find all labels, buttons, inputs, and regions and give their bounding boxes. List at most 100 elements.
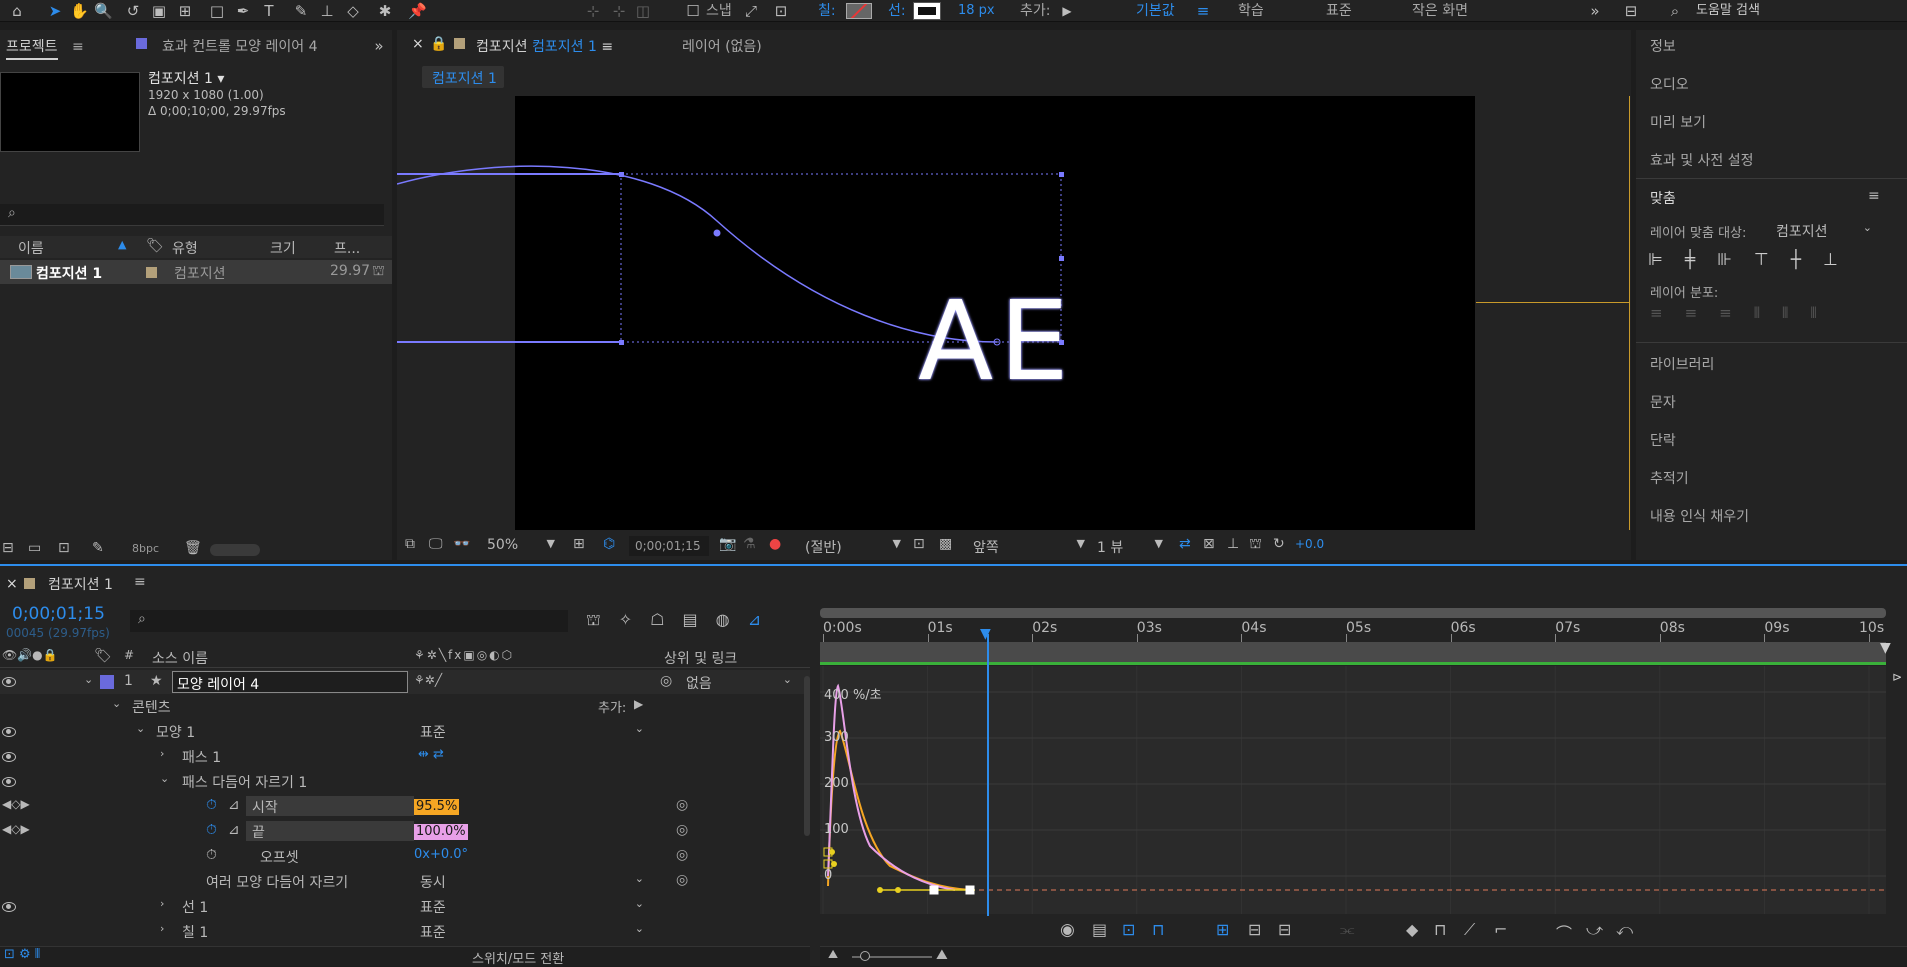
panel-audio[interactable]: 오디오 xyxy=(1650,74,1689,94)
contents-add-play-icon[interactable]: ▶ xyxy=(634,697,643,711)
align-buttons-row[interactable]: ⊫╪⊪⊤┼⊥ xyxy=(1648,250,1888,272)
workspace-learn[interactable]: 학습 xyxy=(1238,2,1264,20)
stamp-icon[interactable]: ⊥ xyxy=(318,2,336,20)
timeline-jump-icon[interactable]: ⊥ xyxy=(1227,536,1239,552)
workspace-menu-icon[interactable]: ≡ xyxy=(1194,2,1212,20)
av-features-icons[interactable]: 👁🔊●🔒 xyxy=(2,648,58,662)
panel-tracker[interactable]: 추적기 xyxy=(1650,468,1689,488)
stroke1-blend-dropdown[interactable]: 표준 ⌄ xyxy=(420,897,648,916)
region-of-interest-icon[interactable]: ⊡ xyxy=(913,536,925,552)
contents-chevron-icon[interactable]: ⌄ xyxy=(112,697,121,710)
comp-mini-flowchart-icon[interactable]: ⛫ xyxy=(586,610,619,629)
composition-tab[interactable]: 컴포지션 컴포지션 1 ≡ xyxy=(476,36,613,60)
current-time-display[interactable]: 0;00;01;15 xyxy=(629,536,709,556)
add-play-icon[interactable]: ▶ xyxy=(1058,2,1076,20)
separate-dimensions-icon[interactable]: ⫘ xyxy=(1340,920,1354,940)
workspace-small-screen[interactable]: 작은 화면 xyxy=(1412,2,1468,20)
col-parent-link[interactable]: 상위 및 링크 xyxy=(664,648,737,668)
distribute-bottom-icon[interactable]: ≡ xyxy=(1719,304,1754,322)
camera-icon[interactable]: ▣ xyxy=(150,2,168,20)
work-area-bar[interactable] xyxy=(820,642,1886,662)
project-search-field[interactable]: ⌕ xyxy=(0,204,384,226)
distribute-hcenter-icon[interactable]: ⫴ xyxy=(1782,304,1810,322)
panel-overflow-icon[interactable]: » xyxy=(370,37,388,55)
stopwatch-icon[interactable]: ⏱ xyxy=(206,847,217,863)
selection-arrow-icon[interactable]: ➤ xyxy=(46,2,64,20)
stopwatch-icon[interactable]: ⏱ xyxy=(206,797,217,813)
trim-path-curve[interactable] xyxy=(397,165,998,343)
playhead-marker-icon[interactable]: ▼ xyxy=(980,626,996,642)
layer-switches-icons[interactable]: ⚘✲╲fx▣◎◐⬡ xyxy=(414,648,514,662)
col-fps[interactable]: 프... xyxy=(334,238,360,258)
draft-3d-icon[interactable]: ✧ xyxy=(619,610,650,629)
hold-keyframe-icon[interactable]: ⊓ xyxy=(1434,920,1446,939)
search-icon[interactable]: ⌕ xyxy=(1666,2,1684,20)
layer-row[interactable]: ⌄ 1 ★ 모양 레이어 4 ⚘✲╱ ◎ 없음 ⌄ xyxy=(0,670,810,694)
timeline-current-time[interactable]: 0;00;01;15 xyxy=(12,604,105,624)
home-icon[interactable]: ⌂ xyxy=(8,2,26,20)
layer-scrollbar[interactable] xyxy=(804,676,810,836)
comp-name-title[interactable]: 컴포지션 1 ▾ xyxy=(148,68,224,88)
bbox-handle[interactable] xyxy=(619,340,624,345)
pen-icon[interactable]: ✒ xyxy=(234,2,252,20)
keyframe-nav-end[interactable]: ◀◇▶ xyxy=(2,822,30,836)
eye-icon[interactable] xyxy=(2,777,16,787)
comp-button-icon[interactable]: ⊳ xyxy=(1892,670,1902,684)
comp-flowchart-icon[interactable]: ⛫ xyxy=(1249,536,1262,554)
sort-arrow-icon[interactable]: ▲ xyxy=(118,238,126,251)
rectangle-icon[interactable]: □ xyxy=(208,2,226,20)
start-value[interactable]: 95.5% xyxy=(414,799,460,815)
keyframe-end[interactable] xyxy=(929,885,939,895)
new-folder-icon[interactable]: ▭ xyxy=(28,540,41,556)
transparency-grid-icon[interactable]: ▩ xyxy=(939,536,952,552)
zoom-icon[interactable]: 🔍 xyxy=(94,2,113,20)
panel-preview[interactable]: 미리 보기 xyxy=(1650,112,1706,132)
bezier-handle[interactable] xyxy=(895,887,901,893)
fill-swatch[interactable] xyxy=(846,3,872,19)
align-right-icon[interactable]: ⊪ xyxy=(1717,250,1754,270)
project-tab[interactable]: 프로젝트 ≡ xyxy=(6,36,84,60)
time-zoom-thumb[interactable] xyxy=(860,951,870,961)
panel-menu-icon[interactable]: ≡ xyxy=(72,39,84,55)
keyframe-nav-start[interactable]: ◀◇▶ xyxy=(2,797,30,811)
label-tag-icon[interactable]: 🏷 xyxy=(146,238,164,254)
new-comp-icon[interactable]: ⊡ xyxy=(58,540,70,556)
shape1-blend-dropdown[interactable]: 표준 ⌄ xyxy=(420,722,648,741)
eye-icon[interactable] xyxy=(2,677,16,687)
show-snapshot-icon[interactable]: ⚗ xyxy=(743,536,756,552)
view-axis-icon[interactable]: ◫ xyxy=(634,2,652,20)
path-vertex[interactable] xyxy=(713,229,721,237)
snapshot-camera-icon[interactable]: 📷 xyxy=(719,536,736,552)
footer-toggle-icons[interactable]: ⊡ ⚙ ⫴ xyxy=(4,947,40,962)
workspace-standard[interactable]: 표준 xyxy=(1326,2,1352,20)
path-direction-icons[interactable]: ⇹ ⇄ xyxy=(418,747,444,762)
bpc-toggle[interactable]: 8bpc xyxy=(132,542,159,555)
timeline-tab[interactable]: 컴포지션 1 xyxy=(48,574,113,594)
stroke1-expand-icon[interactable]: › xyxy=(160,897,164,910)
transform-box-icon[interactable]: ⊡ xyxy=(1122,920,1135,939)
trim-multiple-dropdown[interactable]: 동시 ⌄ xyxy=(420,872,648,891)
align-left-icon[interactable]: ⊫ xyxy=(1648,250,1685,270)
align-panel-menu-icon[interactable]: ≡ xyxy=(1868,188,1880,204)
thumbnail-slider[interactable] xyxy=(210,544,260,556)
project-item-row[interactable]: 컴포지션 1 컴포지션 29.97 ⛫ xyxy=(0,260,392,284)
align-hcenter-icon[interactable]: ╪ xyxy=(1685,250,1717,270)
exposure-value[interactable]: +0.0 xyxy=(1295,537,1324,551)
world-axis-icon[interactable]: ⊹ xyxy=(610,2,628,20)
views-dropdown[interactable]: 1 뷰 ▼ xyxy=(1097,537,1167,556)
playhead-line[interactable] xyxy=(987,634,989,916)
pick-whip-icon[interactable]: ◎ xyxy=(676,797,688,813)
motion-blur-icon[interactable]: ◍ xyxy=(716,610,748,629)
easy-ease-in-icon[interactable]: ⤻ xyxy=(1586,920,1603,940)
eye-icon[interactable] xyxy=(2,902,16,912)
graph-svg[interactable] xyxy=(820,666,1886,914)
timeline-menu-icon[interactable]: ≡ xyxy=(134,574,146,590)
align-local-axis-icon[interactable]: ⊹ xyxy=(584,2,602,20)
comp-breadcrumb[interactable]: 컴포지션 1 xyxy=(422,66,504,88)
linear-keyframe-icon[interactable]: ⟋ xyxy=(1464,920,1475,940)
zoom-out-mountain-icon[interactable]: ⛰ xyxy=(828,947,838,962)
keyframe-end[interactable] xyxy=(965,885,975,895)
bbox-handle[interactable] xyxy=(619,172,624,177)
brush-icon[interactable]: ✎ xyxy=(292,2,310,20)
toggle-pixel-aspect-icon[interactable]: ⇄ xyxy=(1179,536,1191,552)
